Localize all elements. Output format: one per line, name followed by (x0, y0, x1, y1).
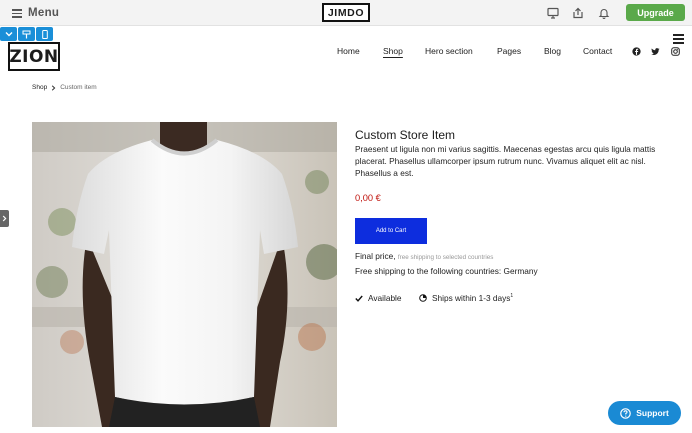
breadcrumb-current: Custom item (60, 84, 97, 91)
menu-label: Menu (28, 7, 60, 19)
shipping-time: Ships within 1-3 days1 (419, 293, 513, 303)
chevron-right-icon (2, 215, 7, 222)
support-button[interactable]: Support (608, 401, 681, 425)
product-price: 0,00 € (355, 193, 381, 203)
checkmark-icon (355, 295, 363, 302)
final-price-label: Final price, (355, 251, 396, 261)
upgrade-button[interactable]: Upgrade (626, 4, 685, 21)
product-image[interactable] (32, 122, 337, 427)
instagram-icon[interactable] (671, 47, 680, 56)
paint-brush-icon (22, 30, 31, 38)
desktop-icon[interactable] (547, 7, 559, 19)
menu-icon (12, 9, 22, 18)
site-logo[interactable]: ZION (8, 42, 60, 71)
nav-item-blog[interactable]: Blog (544, 46, 561, 56)
twitter-icon[interactable] (651, 47, 660, 56)
chevron-right-icon (52, 84, 56, 91)
share-icon[interactable] (572, 7, 584, 19)
facebook-icon[interactable] (632, 47, 641, 56)
nav-item-hero-section[interactable]: Hero section (425, 46, 473, 56)
availability-label: Available (368, 293, 402, 303)
hamburger-menu-icon[interactable] (673, 34, 684, 44)
product-title: Custom Store Item (355, 128, 456, 142)
free-shipping-link[interactable]: free shipping to selected countries (398, 254, 494, 261)
support-label: Support (636, 408, 669, 418)
mobile-view-button[interactable] (36, 27, 53, 41)
help-icon (620, 407, 632, 419)
shipping-footnote[interactable]: 1 (510, 293, 513, 299)
breadcrumb-shop-link[interactable]: Shop (32, 84, 47, 91)
nav-item-shop[interactable]: Shop (383, 46, 403, 56)
nav-item-home[interactable]: Home (337, 46, 360, 56)
breadcrumb: Shop Custom item (32, 84, 97, 91)
view-toolbar (0, 27, 53, 41)
design-button[interactable] (18, 27, 35, 41)
shipping-time-label: Ships within 1-3 days (432, 293, 511, 303)
nav-item-pages[interactable]: Pages (497, 46, 521, 56)
menu-button[interactable]: Menu (12, 5, 59, 21)
bell-icon[interactable] (598, 7, 610, 19)
nav-item-contact[interactable]: Contact (583, 46, 612, 56)
clock-icon (419, 294, 427, 302)
add-to-cart-button[interactable]: Add to Cart (355, 218, 427, 244)
shipping-countries: Free shipping to the following countries… (355, 266, 538, 276)
tshirt-photo (32, 122, 337, 427)
availability-status: Available (355, 293, 402, 303)
final-price-line: Final price, free shipping to selected c… (355, 251, 493, 261)
product-description: Praesent ut ligula non mi varius sagitti… (355, 144, 656, 179)
sidebar-expand-tab[interactable] (0, 210, 9, 227)
editor-topbar: Menu JIMDO Upgrade (0, 0, 692, 26)
chevron-down-icon (5, 32, 12, 37)
mobile-icon (41, 29, 48, 39)
jimdo-logo: JIMDO (322, 3, 370, 22)
collapse-button[interactable] (0, 27, 17, 41)
